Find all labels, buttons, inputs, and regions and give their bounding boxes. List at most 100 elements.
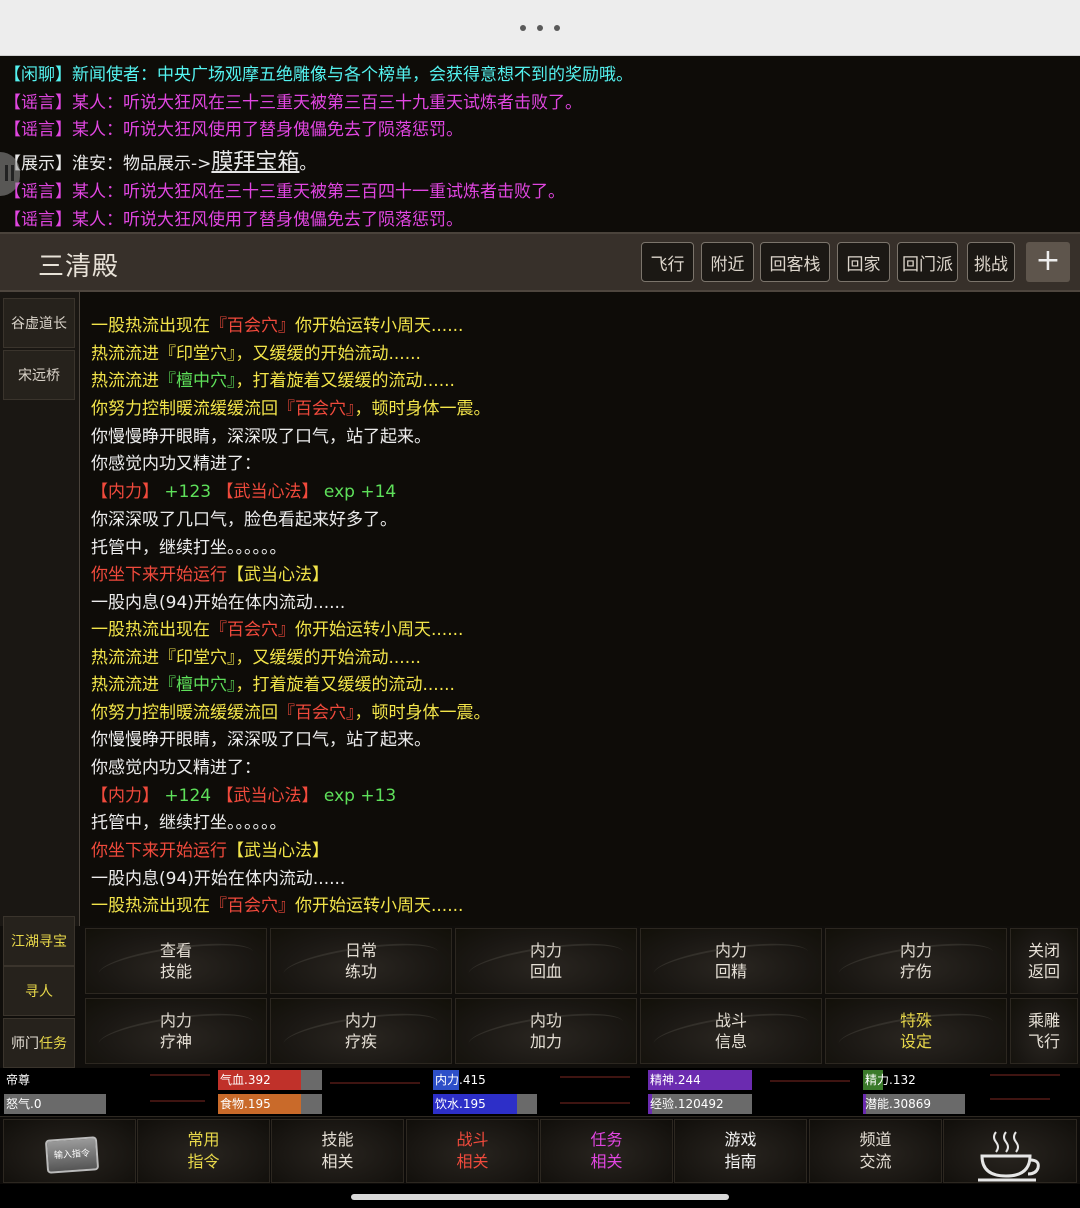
log-text: ，顿时身体一震。 (354, 399, 491, 419)
log-line: 你深深吸了几口气，脸色看起来好多了。 (91, 510, 397, 530)
fly-button[interactable]: 飞行 (641, 242, 694, 282)
log-text: 你开始运转小周天...... (295, 620, 464, 640)
nav-label: 交流 (859, 1152, 892, 1171)
chat-tag: 【谣言】 (4, 93, 72, 113)
npc-gu-xu-dao-zhang[interactable]: 谷虚道长 (3, 298, 75, 348)
neili-restore-hp-button[interactable]: 内力 回血 (455, 928, 637, 994)
command-input-button[interactable]: 输入指令 (3, 1119, 136, 1183)
return-sect-button[interactable]: 回门派 (897, 242, 958, 282)
chat-tag: 【闲聊】 (4, 65, 72, 85)
exp-bar: 经验.120492 (648, 1094, 752, 1114)
log-text: 你努力控制暖流缓缓流回 (91, 703, 278, 723)
go-home-button[interactable]: 回家 (837, 242, 890, 282)
chat-line: 【谣言】某人：听说大狂风在三十三重天被第三百四十一重试炼者击败了。 (4, 177, 565, 202)
chat-text: 新闻使者：中央广场观摩五绝雕像与各个榜单，会获得意想不到的奖励哦。 (72, 65, 633, 85)
nav-label: 技能 (321, 1130, 354, 1149)
button-label: 内力 (529, 941, 562, 960)
sect-task-button[interactable]: 师门 任务 (3, 1018, 75, 1068)
battle-info-button[interactable]: 战斗 信息 (640, 998, 822, 1064)
nav-channel-chat[interactable]: 频道 交流 (809, 1119, 942, 1183)
neili-heal-button[interactable]: 内力 疗伤 (825, 928, 1007, 994)
log-line: 你感觉内功又精进了： (91, 454, 261, 474)
neili-heal-illness-button[interactable]: 内力 疗疾 (270, 998, 452, 1064)
log-line: 一股热流出现在『百会穴』你开始运转小周天...... (91, 615, 463, 640)
eagle-fly-button[interactable]: 乘雕 飞行 (1010, 998, 1078, 1064)
npc-list: 谷虚道长 宋远桥 (0, 292, 80, 926)
log-text: 『檀中穴』 (159, 371, 236, 391)
log-text: 【武当心法】 (227, 565, 329, 585)
location-header: 三清殿 飞行 附近 回客栈 回家 回门派 挑战 + (0, 232, 1080, 292)
plus-button[interactable]: + (1026, 242, 1070, 282)
nav-common-commands[interactable]: 常用 指令 (137, 1119, 270, 1183)
log-line: 你努力控制暖流缓缓流回『百会穴』，顿时身体一震。 (91, 394, 491, 419)
chat-text: 淮安：物品展示-> (72, 154, 212, 174)
chat-line: 【展示】淮安：物品展示->膜拜宝箱。 (4, 144, 316, 176)
button-label: 设定 (899, 1032, 932, 1051)
chat-text: 某人：听说大狂风在三十三重天被第三百四十一重试炼者击败了。 (72, 182, 565, 202)
button-label: 疗神 (159, 1032, 192, 1051)
nav-tasks[interactable]: 任务 相关 (540, 1119, 673, 1183)
log-text: +123 (164, 482, 212, 502)
home-indicator[interactable] (351, 1194, 729, 1200)
button-label: 回血 (529, 962, 562, 981)
chat-tag: 【谣言】 (4, 210, 72, 230)
rage-bar: 怒气.0 (4, 1094, 106, 1114)
button-label: 内力 (159, 1011, 192, 1030)
chat-tag: 【谣言】 (4, 120, 72, 140)
special-settings-button[interactable]: 特殊 设定 (825, 998, 1007, 1064)
return-inn-button[interactable]: 回客栈 (760, 242, 830, 282)
log-text: 你坐下来开始运行 (91, 841, 227, 861)
button-label: 疗伤 (899, 962, 932, 981)
message-log: 一股热流出现在『百会穴』你开始运转小周天...... 热流流进『印堂穴』，又缓缓… (80, 292, 1080, 926)
log-text: 一股热流出现在 (91, 620, 210, 640)
log-line: 一股内息(94)开始在体内流动...... (91, 869, 346, 889)
nav-game-guide[interactable]: 游戏 指南 (674, 1119, 807, 1183)
log-text: 『百会穴』 (278, 399, 355, 419)
rest-button[interactable] (943, 1119, 1077, 1183)
log-text: 【武当心法】 (216, 786, 319, 806)
chat-line: 【谣言】某人：听说大狂风在三十三重天被第三百三十九重天试炼者击败了。 (4, 88, 582, 113)
nearby-button[interactable]: 附近 (701, 242, 754, 282)
nav-label: 指令 (187, 1152, 220, 1171)
close-return-button[interactable]: 关闭 返回 (1010, 928, 1078, 994)
jingshen-bar: 精神.244 (648, 1070, 752, 1090)
neigong-add-power-button[interactable]: 内功 加力 (455, 998, 637, 1064)
nav-battle[interactable]: 战斗 相关 (406, 1119, 539, 1183)
neili-restore-jing-button[interactable]: 内力 回精 (640, 928, 822, 994)
npc-song-yuan-qiao[interactable]: 宋远桥 (3, 350, 75, 400)
neili-heal-spirit-button[interactable]: 内力 疗神 (85, 998, 267, 1064)
button-label: 关闭 (1027, 941, 1060, 960)
item-showcase-link[interactable]: 膜拜宝箱 (211, 150, 299, 175)
log-text: 【内力】 (91, 482, 159, 502)
chat-line: 【闲聊】新闻使者：中央广场观摩五绝雕像与各个榜单，会获得意想不到的奖励哦。 (4, 60, 633, 85)
find-person-button[interactable]: 寻人 (3, 966, 75, 1016)
log-text: 【武当心法】 (216, 482, 319, 502)
top-bar (0, 0, 1080, 56)
title-label: 帝尊 (6, 1073, 31, 1087)
log-line: 你感觉内功又精进了： (91, 758, 261, 778)
challenge-button[interactable]: 挑战 (967, 242, 1015, 282)
log-line: 【内力】 +124 【武当心法】 exp +13 (91, 781, 396, 806)
log-text: ，打着旋着又缓缓的流动...... (235, 675, 455, 695)
log-text: ，顿时身体一震。 (354, 703, 491, 723)
button-label: 日常 (344, 941, 377, 960)
more-options-icon[interactable] (520, 20, 560, 36)
treasure-hunt-button[interactable]: 江湖寻宝 (3, 916, 75, 966)
nav-label: 常用 (187, 1130, 220, 1149)
jingli-bar: 精力.132 (863, 1070, 967, 1090)
log-line: 热流流进『印堂穴』，又缓缓的开始流动...... (91, 344, 421, 364)
chat-line: 【谣言】某人：听说大狂风使用了替身傀儡免去了陨落惩罚。 (4, 205, 463, 230)
bottom-nav: 输入指令 常用指令 技能相关 战斗 相关 任务 相关 游戏 指南 频道 交流 (0, 1116, 1080, 1184)
nav-skills[interactable]: 技能 相关 (271, 1119, 404, 1183)
nav-label: 相关 (321, 1152, 354, 1171)
view-skills-button[interactable]: 查看 技能 (85, 928, 267, 994)
log-line: 你慢慢睁开眼睛，深深吸了口气，站了起来。 (91, 730, 431, 750)
log-line: 一股内息(94)开始在体内流动...... (91, 593, 346, 613)
daily-practice-button[interactable]: 日常 练功 (270, 928, 452, 994)
log-line: 你努力控制暖流缓缓流回『百会穴』，顿时身体一震。 (91, 698, 491, 723)
command-input-icon: 输入指令 (44, 1136, 100, 1174)
log-line: 【内力】 +123 【武当心法】 exp +14 (91, 477, 396, 502)
log-line: 一股热流出现在『百会穴』你开始运转小周天...... (91, 311, 463, 336)
log-line: 托管中，继续打坐。。。。。。 (91, 813, 287, 833)
nav-label: 指南 (724, 1152, 757, 1171)
